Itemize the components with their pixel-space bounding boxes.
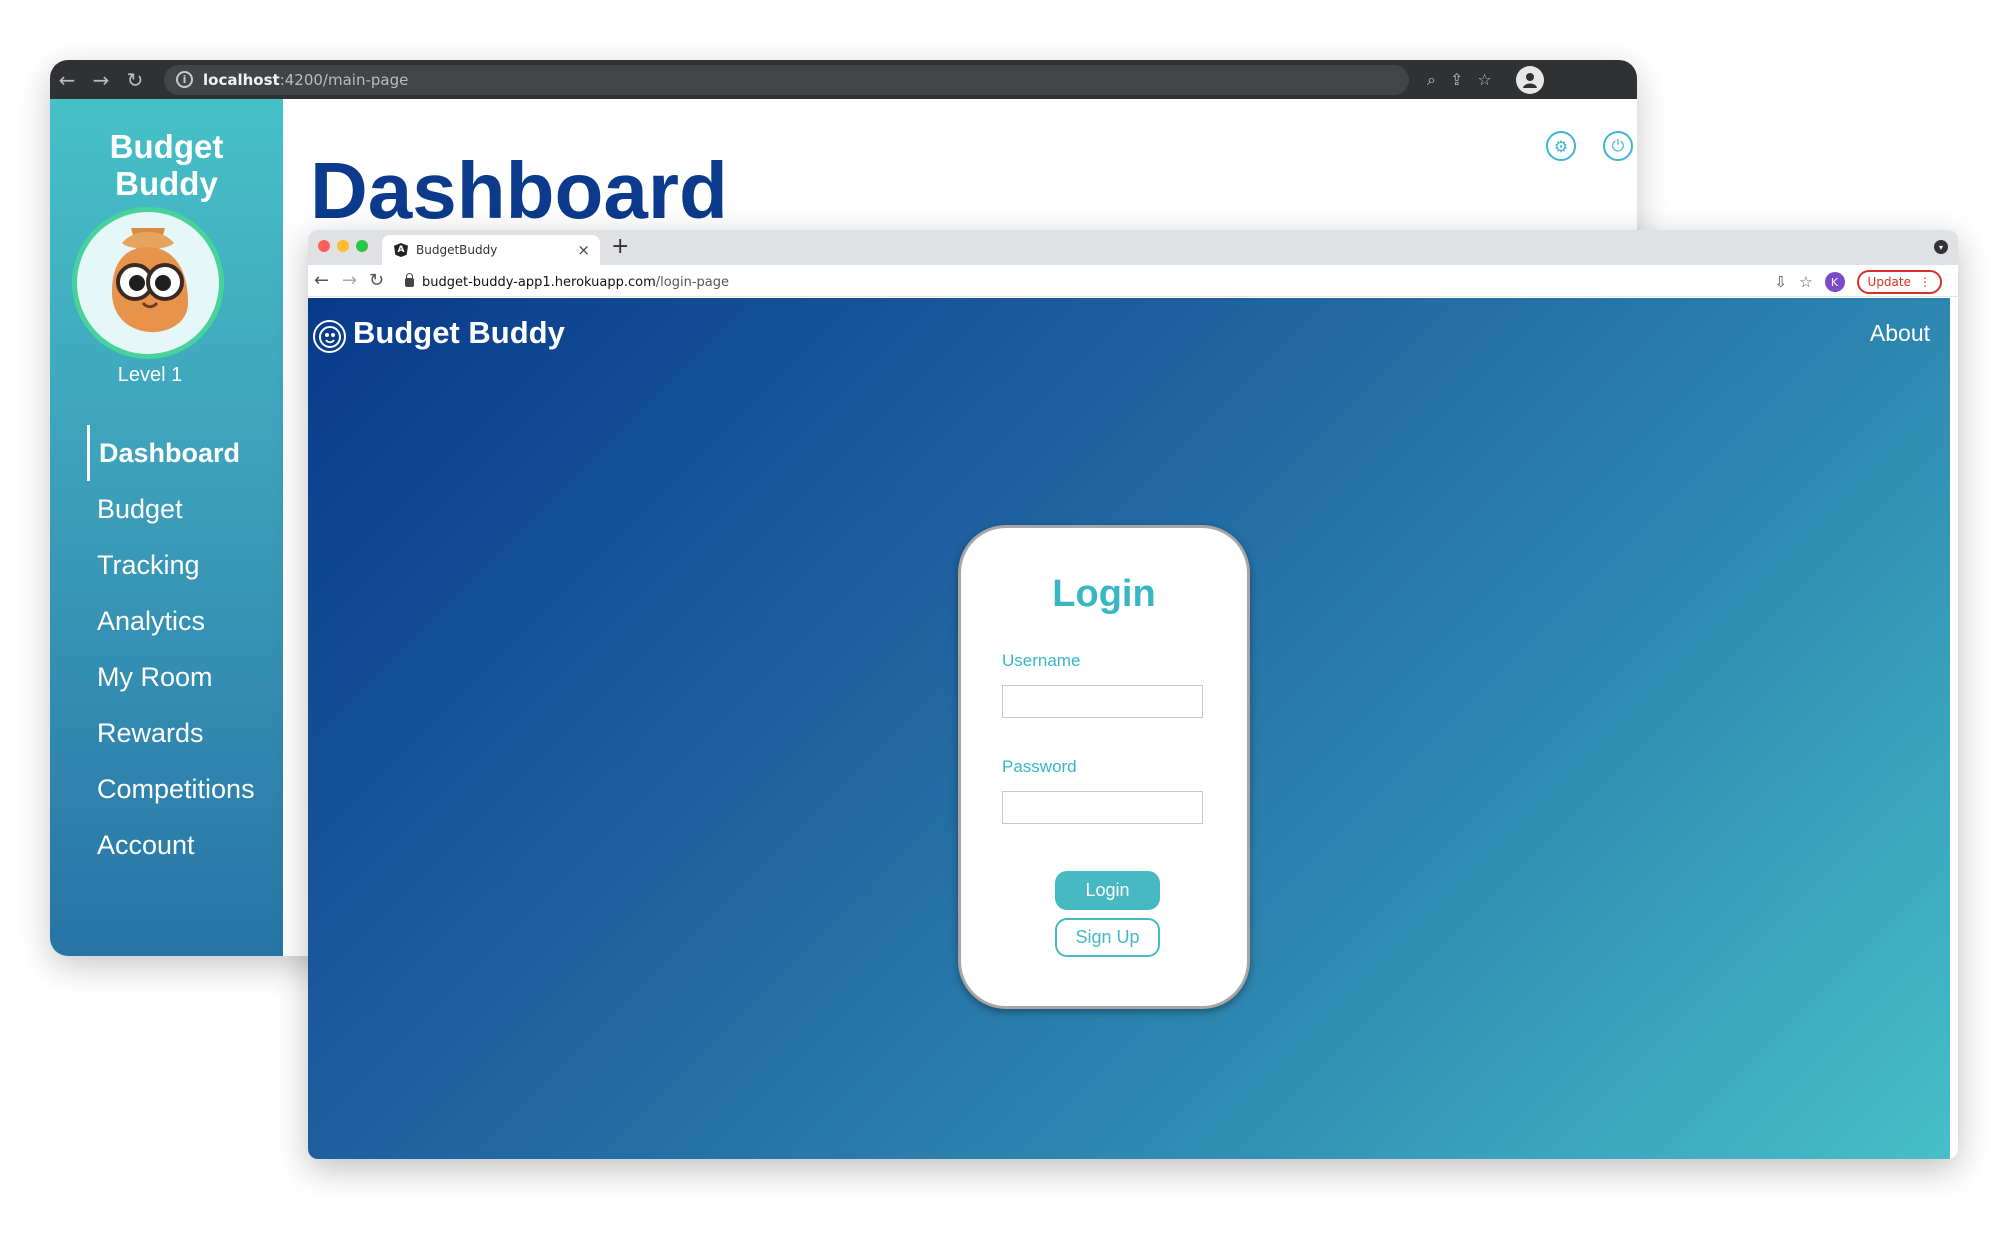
- sign-up-button[interactable]: Sign Up: [1055, 918, 1160, 957]
- front-bookmark-star-icon[interactable]: ☆: [1799, 273, 1812, 291]
- minimize-window-icon[interactable]: [337, 240, 349, 252]
- sidebar-item-my-room[interactable]: My Room: [50, 649, 283, 705]
- settings-button[interactable]: ⚙: [1546, 131, 1576, 161]
- user-level: Level 1: [117, 364, 183, 386]
- angular-icon: A: [394, 243, 408, 257]
- password-input[interactable]: [1002, 791, 1203, 824]
- profile-avatar-icon[interactable]: [1515, 65, 1544, 94]
- page-title: Dashboard: [310, 146, 728, 235]
- sidebar-item-rewards[interactable]: Rewards: [50, 705, 283, 761]
- maximize-window-icon[interactable]: [356, 240, 368, 252]
- tab-close-icon[interactable]: ×: [577, 241, 590, 259]
- share-icon[interactable]: ⇪: [1450, 70, 1463, 89]
- sidebar-item-tracking[interactable]: Tracking: [50, 537, 283, 593]
- front-forward-arrow-icon[interactable]: →: [342, 270, 357, 291]
- update-label: Update: [1867, 275, 1911, 289]
- logout-button[interactable]: ⏻: [1603, 131, 1633, 161]
- about-link[interactable]: About: [1870, 320, 1930, 347]
- tab-search-icon[interactable]: ▾: [1934, 240, 1948, 254]
- password-label: Password: [1002, 757, 1077, 776]
- new-tab-icon[interactable]: +: [611, 234, 629, 259]
- sidebar-item-competitions[interactable]: Competitions: [50, 761, 283, 817]
- front-reload-icon[interactable]: ↻: [369, 270, 384, 291]
- back-browser-toolbar: ← → ↻ i localhost :4200/main-page ⌕ ⇪ ☆: [50, 60, 1637, 99]
- site-brand[interactable]: Budget Buddy: [353, 315, 565, 351]
- front-url-field[interactable]: budget-buddy-app1.herokuapp.com /login-p…: [405, 272, 1930, 292]
- login-card: Login Username Password Login Sign Up: [958, 525, 1250, 1009]
- username-label: Username: [1002, 651, 1081, 670]
- close-window-icon[interactable]: [318, 240, 330, 252]
- profile-initial-icon[interactable]: K: [1824, 272, 1845, 292]
- brand-line-1: Budget: [109, 128, 224, 165]
- sidebar-brand: Budget Buddy: [50, 128, 283, 202]
- sidebar-item-budget[interactable]: Budget: [50, 481, 283, 537]
- back-url-path: :4200/main-page: [279, 70, 409, 89]
- username-input[interactable]: [1002, 685, 1203, 718]
- install-icon[interactable]: ⇩: [1775, 273, 1788, 291]
- lock-icon: [405, 272, 414, 287]
- tab-title: BudgetBuddy: [416, 243, 498, 257]
- login-button[interactable]: Login: [1055, 871, 1160, 910]
- zoom-icon[interactable]: ⌕: [1427, 70, 1436, 90]
- sidebar-item-account[interactable]: Account: [50, 817, 283, 873]
- front-tab-strip: A BudgetBuddy × + ▾: [308, 230, 1958, 265]
- info-icon[interactable]: i: [176, 71, 193, 88]
- back-arrow-icon[interactable]: ←: [50, 68, 84, 92]
- mascot-avatar: [72, 207, 224, 359]
- money-bag-mascot-icon: [112, 228, 188, 333]
- budget-buddy-logo-icon: [313, 320, 346, 353]
- update-button[interactable]: Update ⋮: [1856, 270, 1942, 294]
- gear-icon: ⚙: [1553, 136, 1569, 156]
- front-browser-actions: ⇩ ☆ K Update ⋮: [1775, 270, 1942, 294]
- login-title: Login: [1052, 573, 1156, 615]
- login-page: Budget Buddy About Login Username Passwo…: [308, 298, 1950, 1159]
- back-browser-actions: ⌕ ⇪ ☆: [1427, 65, 1544, 94]
- screenshot-canvas: ← → ↻ i localhost :4200/main-page ⌕ ⇪ ☆ …: [0, 0, 2000, 1245]
- back-url-host: localhost: [203, 70, 280, 89]
- kebab-menu-icon: ⋮: [1919, 275, 1931, 289]
- front-back-arrow-icon[interactable]: ←: [314, 270, 329, 291]
- front-address-bar: ← → ↻ budget-buddy-app1.herokuapp.com /l…: [308, 265, 1958, 297]
- sidebar-item-dashboard[interactable]: Dashboard: [87, 425, 283, 481]
- reload-icon[interactable]: ↻: [118, 68, 152, 92]
- back-address-bar[interactable]: i localhost :4200/main-page: [164, 64, 1409, 95]
- front-url-host: budget-buddy-app1.herokuapp.com: [422, 274, 656, 290]
- browser-tab[interactable]: A BudgetBuddy ×: [382, 235, 600, 265]
- forward-arrow-icon[interactable]: →: [84, 68, 118, 92]
- bookmark-star-icon[interactable]: ☆: [1477, 70, 1491, 89]
- power-icon: ⏻: [1611, 136, 1625, 155]
- brand-line-2: Buddy: [115, 165, 218, 202]
- front-url-path: /login-page: [655, 274, 730, 290]
- sidebar-item-analytics[interactable]: Analytics: [50, 593, 283, 649]
- front-browser-window: A BudgetBuddy × + ▾ ← → ↻ budget-buddy-a…: [308, 230, 1958, 1159]
- sidebar: Budget Buddy Level 1 Dashboard Budget Tr…: [50, 99, 283, 956]
- sidebar-nav: Dashboard Budget Tracking Analytics My R…: [50, 425, 283, 873]
